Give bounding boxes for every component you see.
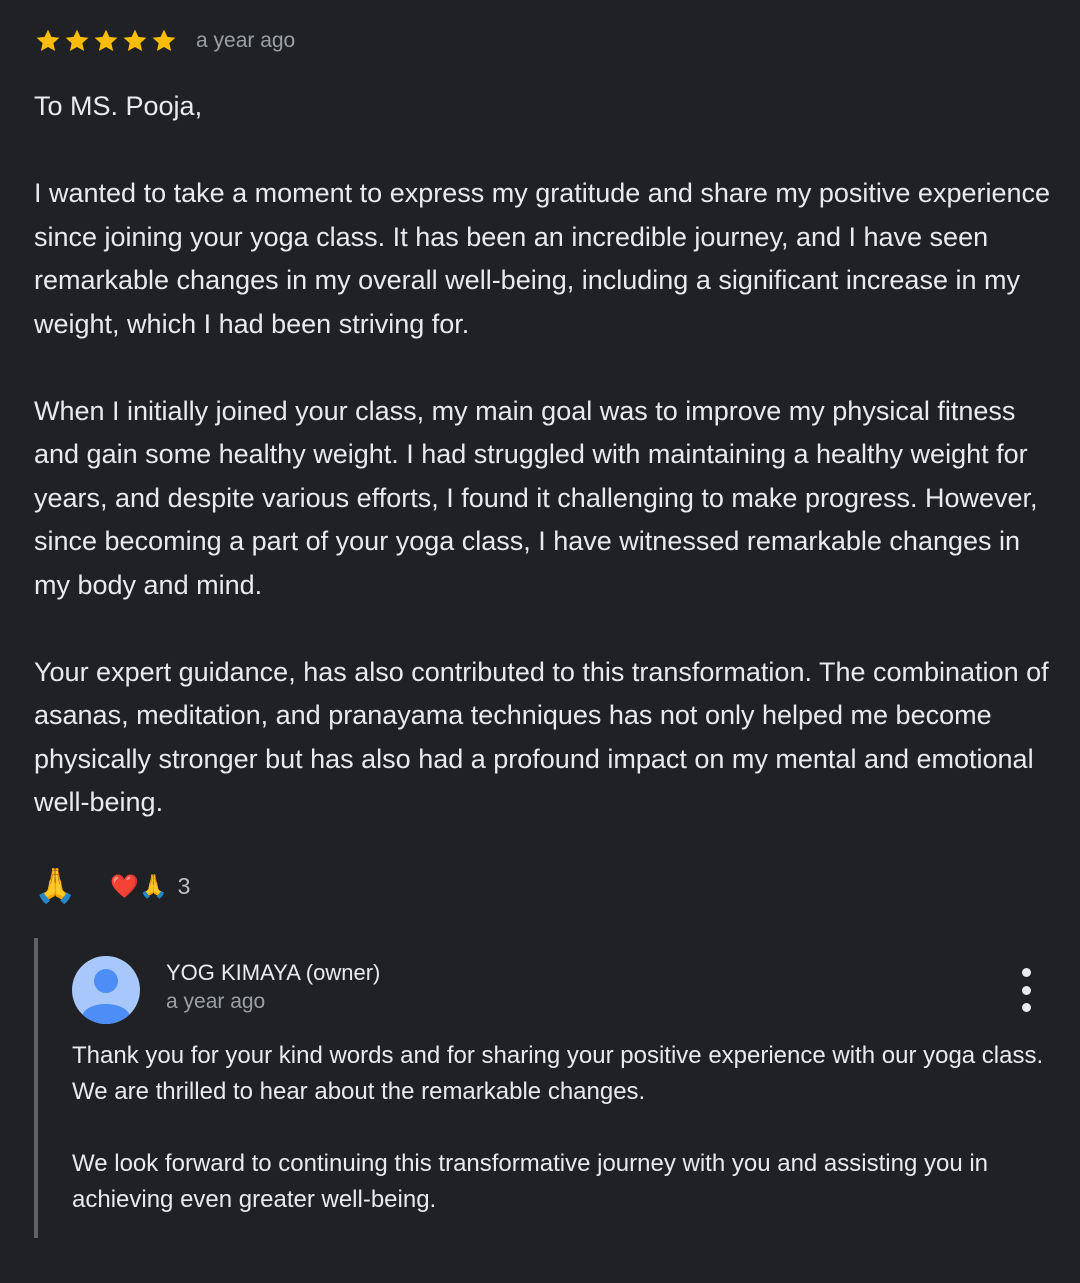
review-paragraph: When I initially joined your class, my m… bbox=[34, 395, 1038, 600]
review-body: To MS. Pooja, I wanted to take a moment … bbox=[34, 85, 1054, 825]
reaction-count: 3 bbox=[177, 872, 191, 899]
react-button[interactable]: 🙏 bbox=[34, 869, 76, 903]
more-vert-icon[interactable] bbox=[1016, 968, 1036, 1012]
review-time: a year ago bbox=[196, 29, 296, 52]
star-icon bbox=[36, 29, 60, 52]
star-icon bbox=[65, 29, 89, 52]
avatar bbox=[72, 956, 140, 1024]
reply-paragraph: Thank you for your kind words and for sh… bbox=[72, 1042, 1044, 1105]
heart-pray-icon: ❤️🙏 bbox=[110, 872, 168, 899]
review-paragraph: Your expert guidance, has also contribut… bbox=[34, 656, 1049, 818]
review-card: a year ago To MS. Pooja, I wanted to tak… bbox=[34, 24, 1054, 825]
owner-name: YOG KIMAYA (owner) bbox=[166, 960, 381, 985]
owner-reply: YOG KIMAYA (owner) a year ago Thank you … bbox=[34, 938, 1054, 1238]
review-paragraph: I wanted to take a moment to express my … bbox=[34, 178, 1051, 339]
review-paragraph: To MS. Pooja, bbox=[34, 91, 203, 121]
star-icon bbox=[123, 29, 147, 52]
star-rating bbox=[34, 27, 178, 55]
rating-row: a year ago bbox=[34, 24, 1054, 58]
owner-reply-time: a year ago bbox=[166, 990, 266, 1013]
person-icon bbox=[82, 969, 130, 1024]
reaction-summary[interactable]: ❤️🙏 3 bbox=[110, 873, 190, 900]
pray-icon: 🙏 bbox=[34, 867, 77, 905]
star-icon bbox=[152, 29, 176, 52]
star-icon bbox=[94, 29, 118, 52]
owner-reply-body: Thank you for your kind words and for sh… bbox=[72, 1038, 1062, 1218]
reply-paragraph: We look forward to continuing this trans… bbox=[72, 1150, 989, 1213]
reactions-bar: 🙏 ❤️🙏 3 bbox=[34, 862, 190, 910]
